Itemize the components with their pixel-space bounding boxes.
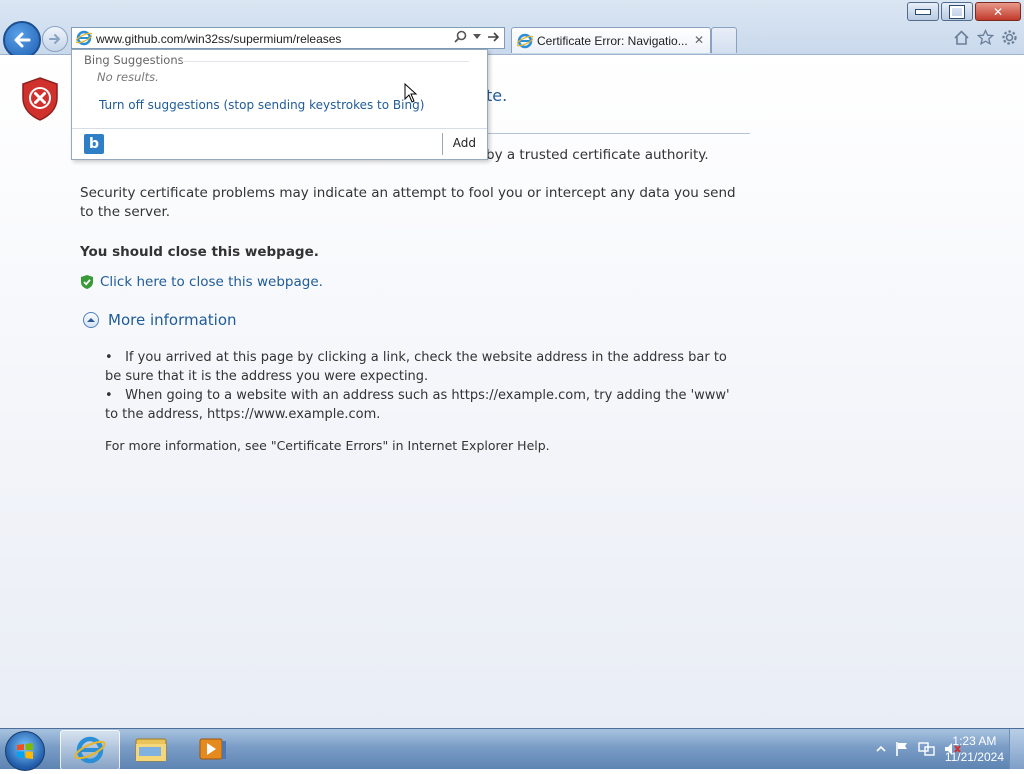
clock-time: 1:23 AM	[952, 734, 997, 748]
taskbar-media-player[interactable]	[182, 730, 240, 768]
footer-separator	[442, 133, 443, 155]
back-button[interactable]	[3, 21, 41, 59]
new-tab-button[interactable]	[711, 27, 737, 53]
tab-certificate-error[interactable]: Certificate Error: Navigatio... ✕	[511, 27, 711, 53]
collapse-chevron-icon	[83, 312, 99, 328]
restore-button[interactable]	[941, 2, 973, 21]
windows-logo-icon	[17, 743, 33, 759]
media-player-icon	[199, 738, 226, 760]
favorites-star-icon[interactable]	[977, 29, 994, 46]
cert-authority-text: by a trusted certificate authority.	[486, 147, 709, 163]
address-url[interactable]: www.github.com/win32ss/supermium/release…	[96, 32, 341, 46]
mouse-pointer-icon	[404, 82, 418, 107]
forward-button[interactable]	[42, 26, 68, 52]
system-clock[interactable]: 1:23 AM 11/21/2024	[945, 733, 1004, 765]
suggestions-header: Bing Suggestions	[84, 53, 184, 67]
taskbar-internet-explorer[interactable]	[60, 730, 120, 770]
restore-icon	[950, 5, 964, 18]
no-results-text: No results.	[97, 70, 159, 84]
start-button[interactable]	[5, 731, 45, 771]
address-suggestions-dropdown: Bing Suggestions No results. Turn off su…	[71, 49, 488, 160]
security-paragraph: Security certificate problems may indica…	[80, 185, 736, 220]
dropdown-footer: b Add	[72, 128, 487, 159]
tools-gear-icon[interactable]	[1001, 29, 1018, 46]
error-shield-icon	[20, 76, 60, 126]
search-icon[interactable]	[454, 30, 467, 43]
list-item: • If you arrived at this page by clickin…	[105, 350, 727, 384]
minimize-button[interactable]	[907, 2, 939, 21]
turn-off-suggestions-link[interactable]: Turn off suggestions (stop sending keyst…	[99, 98, 424, 112]
more-information-label: More information	[108, 311, 237, 329]
header-divider	[182, 61, 469, 62]
dropdown-arrow-icon[interactable]	[473, 33, 481, 40]
bing-logo-icon[interactable]: b	[84, 134, 104, 154]
ie-page-icon	[75, 30, 93, 50]
close-icon: ✕	[992, 4, 1004, 19]
tab-close-icon[interactable]: ✕	[694, 33, 704, 47]
ie-tab-icon	[516, 33, 534, 53]
network-icon[interactable]	[918, 741, 936, 757]
folder-icon	[135, 738, 167, 762]
add-search-provider-button[interactable]: Add	[453, 136, 476, 150]
back-arrow-icon	[14, 32, 31, 48]
green-shield-icon	[81, 275, 93, 289]
address-bar[interactable]: www.github.com/win32ss/supermium/release…	[71, 27, 505, 49]
address-tools	[454, 30, 500, 43]
close-webpage-link[interactable]: Click here to close this webpage.	[100, 274, 323, 290]
go-arrow-icon[interactable]	[487, 31, 500, 43]
close-window-button[interactable]: ✕	[975, 2, 1021, 21]
tab-title: Certificate Error: Navigatio...	[537, 34, 688, 48]
page-title-fragment: te.	[486, 86, 508, 105]
browser-toolbar: ✕ www.github.com/win32ss/supermium/relea…	[0, 0, 1024, 59]
command-icons	[953, 29, 1018, 46]
taskbar: 1:23 AM 11/21/2024	[0, 728, 1024, 771]
home-icon[interactable]	[953, 29, 970, 46]
recommendation-text: You should close this webpage.	[80, 244, 319, 260]
close-webpage-row: Click here to close this webpage.	[80, 274, 323, 290]
window-controls: ✕	[907, 2, 1021, 21]
action-center-flag-icon[interactable]	[894, 741, 910, 757]
taskbar-explorer[interactable]	[121, 730, 179, 768]
clock-date: 11/21/2024	[944, 750, 1004, 764]
info-bullet-list: • If you arrived at this page by clickin…	[105, 348, 735, 424]
more-information-toggle[interactable]: More information	[83, 311, 237, 329]
ie-taskbar-icon	[74, 736, 106, 764]
minimize-icon	[915, 8, 931, 15]
help-text: For more information, see "Certificate E…	[105, 438, 550, 453]
show-hidden-icons-chevron-icon[interactable]	[876, 744, 886, 754]
list-item: • When going to a website with an addres…	[105, 388, 730, 422]
show-desktop-button[interactable]	[1009, 729, 1024, 769]
forward-arrow-icon	[49, 34, 60, 44]
